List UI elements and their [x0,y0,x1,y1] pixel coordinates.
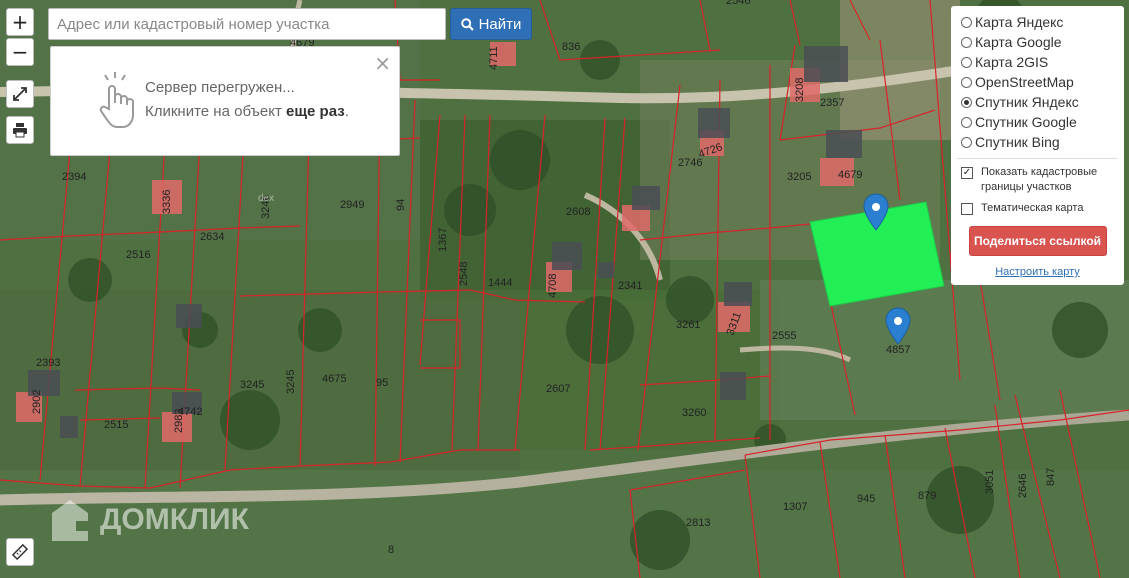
plus-icon: + [11,10,29,34]
print-button[interactable] [6,116,34,144]
plot-label: 3208 [794,78,806,102]
plot-label: 2393 [36,357,60,369]
checkbox-empty-icon [961,203,973,215]
plot-label: 2902 [31,390,43,414]
plot-label: 879 [918,490,936,502]
layer-option-bing-satellite[interactable]: Спутник Bing [961,132,1114,152]
configure-map-link[interactable]: Настроить карту [961,266,1114,278]
zoom-out-button[interactable]: − [6,38,34,66]
layer-panel: Карта Яндекс Карта Google Карта 2GIS Ope… [951,6,1124,285]
info-popup: × Сервер перегружен... Кликните на объек… [50,46,400,156]
plot-label: 2548 [458,262,470,286]
radio-icon [961,36,972,48]
radio-icon [961,76,972,88]
plot-label: 4708 [547,274,559,298]
plot-label: 2546 [726,0,750,7]
radio-icon [961,16,972,28]
printer-icon [13,123,27,138]
plot-label: 2341 [618,280,642,292]
plot-label: 2394 [62,171,86,183]
plot-label: 95 [376,377,388,389]
plot-label: 836 [562,41,580,53]
plot-label: 4675 [322,373,346,385]
plot-label: 3205 [787,171,811,183]
share-link-button[interactable]: Поделиться ссылкой [968,226,1107,256]
plot-label: 945 [857,493,875,505]
layer-option-2gis-map[interactable]: Карта 2GIS [961,52,1114,72]
plot-label: 3336 [161,190,173,214]
plot-label: 2608 [566,206,590,218]
radio-icon [961,116,972,128]
plot-label: 3260 [682,407,706,419]
plot-label: 3261 [676,319,700,331]
thematic-map-checkbox[interactable]: Тематическая карта [961,201,1114,216]
radio-icon [961,56,972,68]
plot-label: 2555 [772,330,796,342]
plot-label: 3245 [285,370,297,394]
layer-option-yandex-map[interactable]: Карта Яндекс [961,12,1114,32]
show-boundaries-checkbox[interactable]: ✓ Показать кадастровые границы участков [961,165,1114,195]
zoom-in-button[interactable]: + [6,8,34,36]
plot-label: 94 [395,199,407,211]
expand-icon [13,87,27,101]
search-input[interactable] [48,8,446,40]
plot-label: 847 [1045,468,1057,486]
plot-label: 4679 [838,169,862,181]
radio-icon [961,136,972,148]
layer-option-yandex-satellite[interactable]: Спутник Яндекс [961,92,1114,112]
plot-label: 4857 [886,344,910,356]
popup-message: Сервер перегружен... [145,79,295,96]
plot-label: 2634 [200,231,224,243]
radio-selected-icon [961,96,972,108]
tap-hand-icon [99,72,134,128]
plot-label: 2516 [126,249,150,261]
domclick-watermark: ДОМКЛИК [48,496,249,544]
provider-mark: dex [258,193,275,204]
find-button-label: Найти [478,15,522,33]
plot-label: 2515 [104,419,128,431]
ruler-button[interactable] [6,538,34,566]
plot-label: 2813 [686,517,710,529]
fullscreen-button[interactable] [6,80,34,108]
plot-label: 2646 [1017,474,1029,498]
plot-label: 2357 [820,97,844,109]
plot-label: 4711 [488,46,500,70]
layer-option-google-satellite[interactable]: Спутник Google [961,112,1114,132]
plot-label: 1367 [437,228,449,252]
plot-label: 3051 [984,470,996,494]
plot-label: 2607 [546,383,570,395]
plot-label: 2949 [340,199,364,211]
layer-option-google-map[interactable]: Карта Google [961,32,1114,52]
domclick-logo-icon [52,500,88,541]
plot-label: 1444 [488,277,512,289]
plot-label: 8 [388,544,394,556]
ruler-icon [11,543,29,561]
close-icon[interactable]: × [374,51,391,75]
popup-instruction: Кликните на объект еще раз. [145,103,349,120]
find-button[interactable]: Найти [450,8,532,40]
divider [957,158,1118,159]
checkmark-icon: ✓ [961,167,973,179]
plot-label: 3245 [240,379,264,391]
minus-icon: − [11,40,29,64]
plot-label: 2746 [678,157,702,169]
plot-label: 2983 [173,409,185,433]
layer-option-openstreetmap[interactable]: OpenStreetMap [961,72,1114,92]
search-icon [460,17,474,31]
plot-label: 1307 [783,501,807,513]
